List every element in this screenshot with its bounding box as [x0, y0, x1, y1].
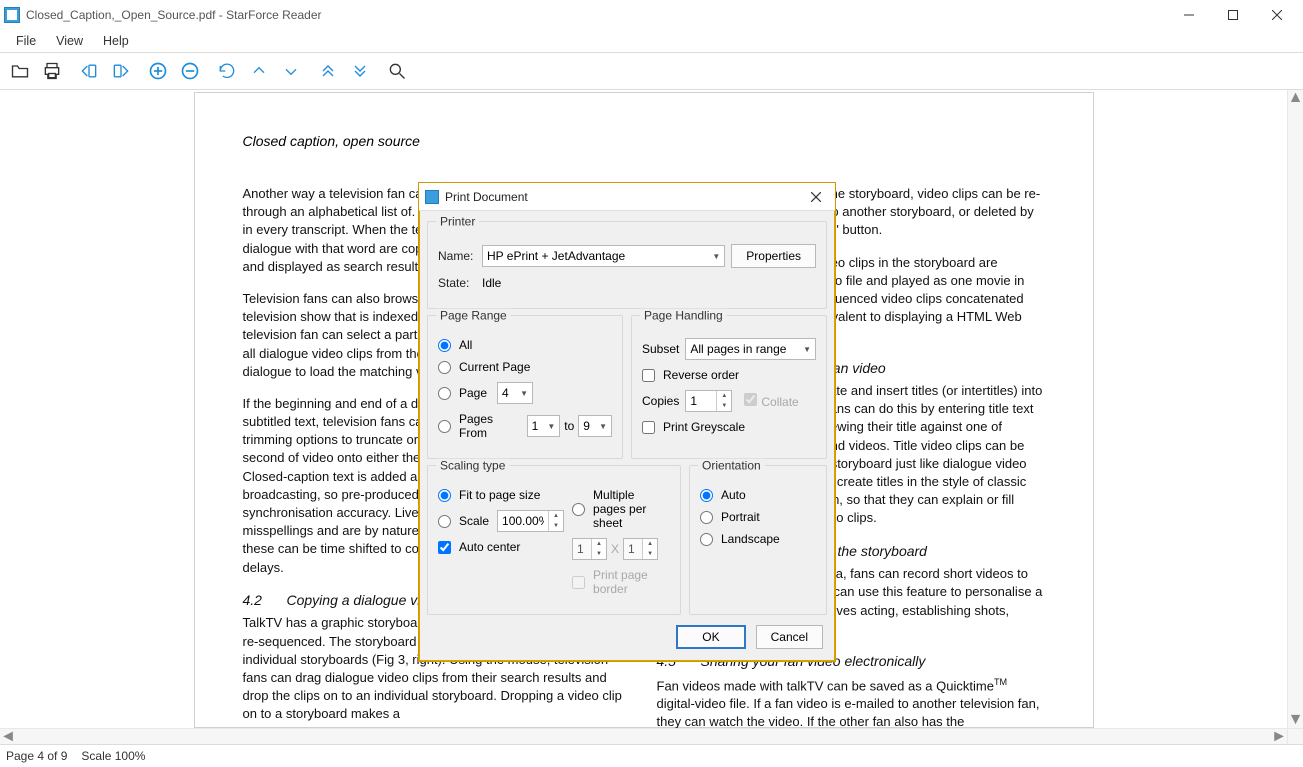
zoom-out-icon[interactable] [176, 57, 204, 85]
zoom-in-icon[interactable] [144, 57, 172, 85]
page-from-select[interactable]: 1▼ [527, 415, 561, 437]
dialog-title: Print Document [445, 190, 797, 204]
orient-auto-radio[interactable] [700, 489, 713, 502]
collate-checkbox [744, 393, 757, 406]
dialog-app-icon [425, 190, 439, 204]
up-icon[interactable] [245, 57, 273, 85]
copies-label: Copies [642, 394, 679, 408]
scroll-up-icon[interactable]: ▲ [1288, 90, 1303, 106]
page-to-select[interactable]: 9▼ [578, 415, 612, 437]
next-page-icon[interactable] [107, 57, 135, 85]
window-title: Closed_Caption,_Open_Source.pdf - StarFo… [26, 8, 1167, 22]
menu-help[interactable]: Help [93, 32, 139, 50]
titlebar: Closed_Caption,_Open_Source.pdf - StarFo… [0, 0, 1303, 30]
group-label: Page Handling [640, 309, 727, 323]
print-icon[interactable] [38, 57, 66, 85]
properties-button[interactable]: Properties [731, 244, 816, 268]
page-running-header: Closed caption, open source [243, 133, 1045, 149]
open-icon[interactable] [6, 57, 34, 85]
printer-name-label: Name: [438, 249, 476, 263]
subset-select[interactable]: All pages in range▼ [685, 338, 816, 360]
app-icon [4, 7, 20, 23]
cancel-button[interactable]: Cancel [756, 625, 823, 649]
scroll-left-icon[interactable]: ◄ [0, 729, 16, 745]
minimize-button[interactable] [1167, 1, 1211, 29]
print-dialog: Print Document Printer Name: HP ePrint +… [418, 182, 836, 662]
status-page: Page 4 of 9 [6, 749, 67, 763]
dialog-titlebar: Print Document [419, 183, 835, 211]
scale-multi-radio[interactable] [572, 503, 585, 516]
toolbar [0, 52, 1303, 90]
copies-spinner[interactable]: ▲▼ [685, 390, 732, 412]
reverse-order-checkbox[interactable] [642, 369, 655, 382]
page-down-icon[interactable] [346, 57, 374, 85]
group-label: Scaling type [436, 459, 509, 473]
orient-portrait-radio[interactable] [700, 511, 713, 524]
page-up-icon[interactable] [314, 57, 342, 85]
menubar: File View Help [0, 30, 1303, 52]
greyscale-checkbox[interactable] [642, 421, 655, 434]
statusbar: Page 4 of 9 Scale 100% [0, 745, 1303, 767]
search-icon[interactable] [383, 57, 411, 85]
dialog-close-button[interactable] [803, 186, 829, 208]
chevron-down-icon: ▼ [712, 252, 720, 261]
scale-custom-radio[interactable] [438, 515, 451, 528]
body-text: Fan videos made with talkTV can be saved… [657, 676, 1045, 728]
scroll-corner [1287, 728, 1303, 744]
close-button[interactable] [1255, 1, 1299, 29]
vertical-scrollbar[interactable]: ▲ ▼ [1287, 90, 1303, 728]
range-page-radio[interactable] [438, 387, 451, 400]
multi-rows-spinner: ▲▼ [623, 538, 658, 560]
menu-view[interactable]: View [46, 32, 93, 50]
auto-center-checkbox[interactable] [438, 541, 451, 554]
printer-state-value: Idle [482, 276, 501, 290]
range-all-radio[interactable] [438, 339, 451, 352]
subset-label: Subset [642, 342, 679, 356]
scroll-down-icon[interactable]: ▼ [1288, 712, 1303, 728]
scale-value-spinner[interactable]: ▲▼ [497, 510, 564, 532]
group-label: Page Range [436, 309, 511, 323]
menu-file[interactable]: File [6, 32, 46, 50]
maximize-button[interactable] [1211, 1, 1255, 29]
range-from-radio[interactable] [438, 420, 451, 433]
range-current-radio[interactable] [438, 361, 451, 374]
page-number-select[interactable]: 4▼ [497, 382, 533, 404]
orient-landscape-radio[interactable] [700, 533, 713, 546]
orientation-group: Orientation Auto Portrait Landscape [689, 465, 827, 615]
ok-button[interactable]: OK [676, 625, 745, 649]
printer-state-label: State: [438, 276, 476, 290]
status-scale: Scale 100% [81, 749, 145, 763]
printer-select[interactable]: HP ePrint + JetAdvantage▼ [482, 245, 725, 267]
scroll-right-icon[interactable]: ► [1271, 729, 1287, 745]
page-range-group: Page Range All Current Page Page 4▼ Page… [427, 315, 623, 459]
page-border-checkbox [572, 576, 585, 589]
group-label: Orientation [698, 459, 765, 473]
page-handling-group: Page Handling Subset All pages in range▼… [631, 315, 827, 459]
scale-fit-radio[interactable] [438, 489, 451, 502]
horizontal-scrollbar[interactable]: ◄ ► [0, 728, 1287, 744]
group-label: Printer [436, 215, 479, 229]
scaling-group: Scaling type Fit to page size Scale ▲▼ A… [427, 465, 681, 615]
undo-icon[interactable] [213, 57, 241, 85]
multi-cols-spinner: ▲▼ [572, 538, 607, 560]
printer-group: Printer Name: HP ePrint + JetAdvantage▼ … [427, 221, 827, 309]
down-icon[interactable] [277, 57, 305, 85]
prev-page-icon[interactable] [75, 57, 103, 85]
